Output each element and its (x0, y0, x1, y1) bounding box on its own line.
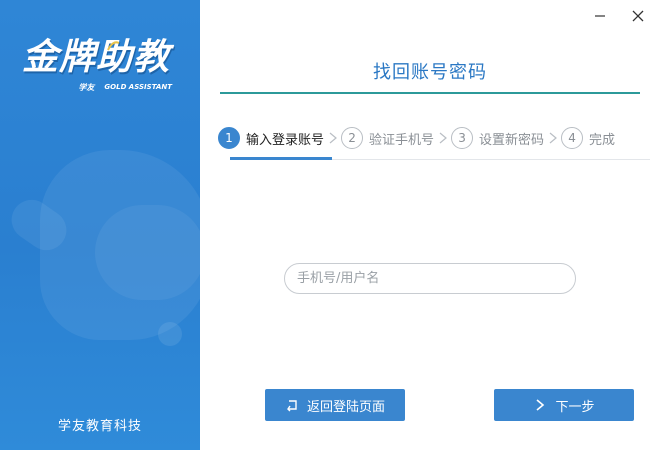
brand-panel: 金牌助教 学友 GOLD ASSISTANT 学友教育科技 (0, 0, 200, 450)
close-icon (632, 10, 644, 22)
minimize-icon (595, 15, 605, 17)
title-divider (220, 92, 640, 94)
step-label: 输入登录账号 (246, 132, 325, 148)
back-button-label: 返回登陆页面 (306, 399, 385, 415)
step-number: 3 (451, 127, 474, 149)
close-button[interactable] (624, 4, 652, 28)
next-step-button[interactable]: 下一步 (494, 389, 634, 421)
step-number: 2 (341, 127, 364, 149)
chevron-right-icon (329, 132, 337, 144)
mascot-face (95, 205, 200, 300)
account-input[interactable] (284, 263, 576, 294)
minimize-button[interactable] (586, 4, 614, 28)
step-indicator: 1 输入登录账号 2 验证手机号 3 设置新密码 4 完成 (218, 124, 648, 152)
app-logo: 金牌助教 学友 GOLD ASSISTANT (22, 38, 182, 98)
steps-active-indicator (230, 157, 332, 160)
chevron-right-icon (439, 132, 447, 144)
next-button-label: 下一步 (555, 399, 595, 415)
return-icon (287, 400, 297, 412)
step-3: 3 设置新密码 (451, 124, 544, 152)
step-label: 验证手机号 (369, 132, 435, 148)
step-number: 4 (561, 127, 584, 149)
back-to-login-button[interactable]: 返回登陆页面 (265, 389, 405, 421)
logo-title: 金牌助教 (22, 37, 171, 78)
logo-star-icon (107, 41, 120, 51)
step-2: 2 验证手机号 (341, 124, 434, 152)
step-label: 完成 (589, 132, 616, 148)
logo-brand-en: GOLD ASSISTANT (104, 83, 172, 91)
chevron-right-icon (549, 132, 557, 144)
step-1: 1 输入登录账号 (218, 124, 324, 152)
company-name: 学友教育科技 (57, 419, 142, 434)
page-title: 找回账号密码 (373, 62, 487, 83)
step-4: 4 完成 (561, 124, 615, 152)
chevron-right-icon (536, 399, 545, 411)
step-number: 1 (218, 127, 240, 149)
logo-brand-cn: 学友 (78, 82, 95, 92)
logo-subtitle: 学友 GOLD ASSISTANT (22, 80, 172, 94)
step-label: 设置新密码 (479, 132, 545, 148)
mascot-badge-icon (158, 322, 182, 346)
